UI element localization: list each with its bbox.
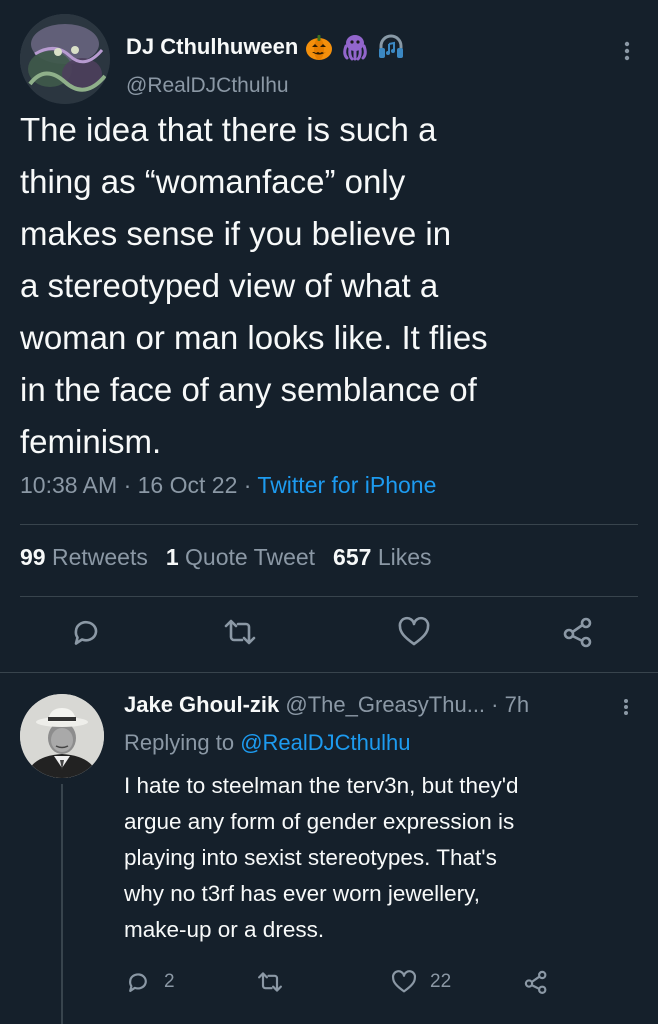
more-options-icon[interactable]: [618, 696, 634, 718]
display-name[interactable]: DJ Cthulhuween: [126, 34, 298, 60]
retweets-stat[interactable]: 99 Retweets: [20, 544, 148, 570]
retweets-count: 99: [20, 544, 46, 570]
tweet-text: The idea that there is such a thing as “…: [20, 111, 488, 460]
like-count: 22: [430, 971, 452, 992]
tweet-date[interactable]: 16 Oct 22: [138, 472, 238, 498]
tweet-meta: 10:38 AM · 16 Oct 22 · Twitter for iPhon…: [20, 472, 436, 499]
retweet-icon: [258, 972, 282, 992]
replying-to-label: Replying to: [124, 730, 235, 755]
main-tweet-header: DJ Cthulhuween @RealDJCthulhu: [20, 14, 640, 104]
reply-icon: [129, 973, 147, 993]
replying-to: Replying to @RealDJCthulhu: [124, 730, 411, 756]
reply-display-name[interactable]: Jake Ghoul-zik: [124, 692, 279, 717]
reply-share-button[interactable]: [522, 968, 550, 996]
divider: [0, 672, 658, 673]
quotes-count: 1: [165, 544, 179, 570]
tweet-time[interactable]: 10:38 AM: [20, 472, 117, 498]
reply-count: 2: [164, 971, 175, 992]
quotes-stat[interactable]: 1 Quote Tweet: [166, 544, 315, 570]
reply-reply-button[interactable]: 2: [124, 968, 175, 996]
like-icon[interactable]: [396, 614, 432, 650]
replying-to-handle[interactable]: @RealDJCthulhu: [240, 730, 410, 755]
retweet-icon[interactable]: [222, 614, 258, 650]
reply-handle[interactable]: @The_GreasyThu...: [285, 692, 485, 717]
reply-text: I hate to steelman the terv3n, but they'…: [124, 773, 519, 942]
pumpkin-emoji: [304, 32, 334, 62]
more-options-icon[interactable]: [618, 40, 636, 62]
likes-count: 657: [333, 544, 372, 570]
tweet-source-link[interactable]: Twitter for iPhone: [257, 472, 436, 498]
octopus-emoji: [340, 32, 370, 62]
tweet-stats: 99 Retweets 1 Quote Tweet 657 Likes: [20, 544, 432, 571]
reply-separator: ·: [491, 692, 499, 717]
likes-label: Likes: [377, 544, 432, 570]
quotes-label: Quote Tweet: [185, 544, 316, 570]
likes-stat[interactable]: 657 Likes: [333, 544, 431, 570]
reply-icon[interactable]: [68, 614, 104, 650]
name-row: DJ Cthulhuween: [126, 32, 406, 62]
avatar[interactable]: [20, 14, 110, 104]
handle[interactable]: @RealDJCthulhu: [126, 74, 289, 98]
like-icon: [392, 970, 416, 993]
reply-avatar[interactable]: [20, 694, 104, 778]
meta-separator: ·: [123, 472, 132, 498]
divider: [20, 524, 638, 525]
main-tweet-actions: [0, 614, 658, 654]
reply-retweet-button[interactable]: [256, 968, 284, 996]
headphones-emoji: [376, 32, 406, 62]
meta-separator: ·: [243, 472, 252, 498]
reply-age[interactable]: 7h: [505, 692, 529, 717]
divider: [20, 596, 638, 597]
tweet-detail-page: DJ Cthulhuween @RealDJCthulhu The idea t…: [0, 0, 658, 1024]
reply-actions: 2 22: [0, 964, 658, 1004]
share-icon[interactable]: [560, 614, 596, 650]
retweets-label: Retweets: [51, 544, 148, 570]
reply-like-button[interactable]: 22: [390, 968, 451, 996]
reply-header: Jake Ghoul-zik @The_GreasyThu... · 7h: [124, 692, 529, 718]
share-icon: [524, 970, 547, 994]
